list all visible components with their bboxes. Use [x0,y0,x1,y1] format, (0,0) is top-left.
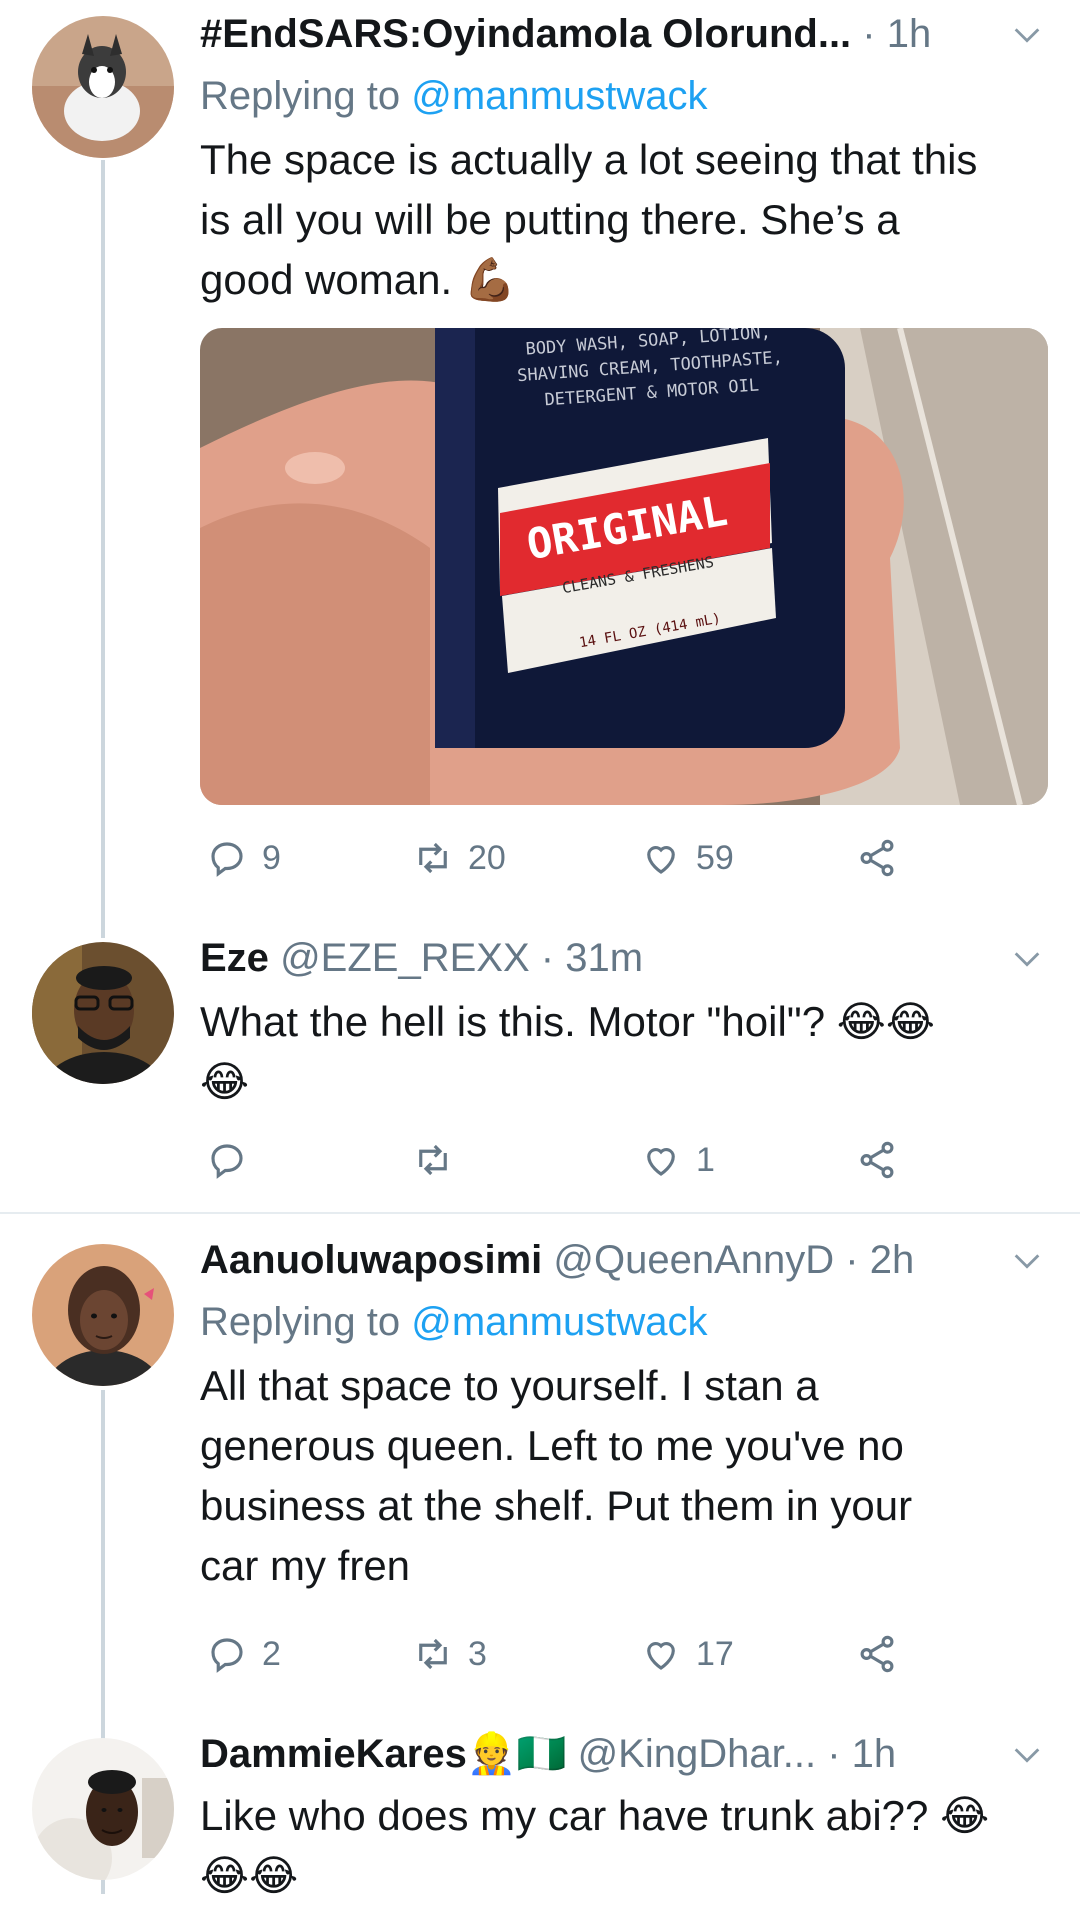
like-icon [647,1642,675,1670]
like-button[interactable]: 17 [640,1624,734,1684]
reply-button[interactable]: 2 [206,1624,281,1684]
display-name[interactable]: Eze [200,936,269,980]
tweet-header: Aanuoluwaposimi @QueenAnnyD · 2h [200,1236,1060,1284]
chevron-down-icon[interactable] [1010,18,1044,52]
tweet-1[interactable]: #EndSARS:Oyindamola Olorund... · 1h Repl… [0,0,1080,938]
separator: · [845,1238,859,1282]
mention-link[interactable]: @manmustwack [411,74,707,118]
share-button[interactable] [856,828,898,888]
replying-to: Replying to @manmustwack [200,74,708,118]
display-name[interactable]: #EndSARS:Oyindamola Olorund... [200,12,851,56]
like-count: 1 [696,1140,715,1179]
tweet-3[interactable]: Aanuoluwaposimi @QueenAnnyD · 2h Replyin… [0,1214,1080,1894]
like-button[interactable]: 1 [640,1130,715,1190]
mention-link[interactable]: @manmustwack [411,1300,707,1344]
separator: · [540,936,555,980]
tweet-4[interactable]: DammieKares👷🇳🇬 @KingDhar... · 1h Like wh… [0,1714,1080,1899]
tweet-header: #EndSARS:Oyindamola Olorund... · 1h [200,10,1060,58]
username[interactable]: @EZE_REXX [280,936,530,980]
reply-icon [211,1144,243,1179]
separator: · [862,12,876,56]
retweet-count: 3 [468,1634,487,1673]
tweet-actions: 9 20 59 [200,828,960,888]
tweet-header: DammieKares👷🇳🇬 @KingDhar... · 1h [200,1730,1060,1778]
like-count: 59 [696,838,734,877]
like-count: 17 [696,1634,734,1673]
tweet-text: What the hell is this. Motor "hoil"? 😂😂 … [200,998,935,1105]
share-button[interactable] [856,1624,898,1684]
share-icon [860,1635,894,1673]
tweet-2[interactable]: Eze @EZE_REXX · 31m What the hell is thi… [0,912,1080,1212]
username[interactable]: @KingDhar... [578,1732,817,1776]
separator: · [827,1732,841,1776]
avatar[interactable] [32,1244,174,1386]
chevron-down-icon[interactable] [1010,1244,1044,1278]
reply-button[interactable]: 9 [206,828,281,888]
reply-icon [211,1638,243,1673]
display-name[interactable]: DammieKares [200,1732,467,1776]
like-button[interactable]: 59 [640,828,734,888]
share-button[interactable] [856,1130,898,1190]
timestamp[interactable]: 1h [887,12,932,56]
chevron-down-icon[interactable] [1010,942,1044,976]
tweet-actions: 2 3 17 [200,1624,960,1684]
timestamp[interactable]: 1h [852,1732,897,1776]
retweet-icon [419,1638,447,1670]
tweet-text: The space is actually a lot seeing that … [200,136,978,303]
thread-line [101,160,105,938]
like-icon [647,846,675,874]
retweet-button[interactable]: 20 [412,828,506,888]
replying-to: Replying to @manmustwack [200,1300,708,1344]
avatar[interactable] [32,942,174,1084]
tweet-media-image[interactable]: BODY WASH, SOAP, LOTION, SHAVING CREAM, … [200,328,1048,805]
reply-button[interactable] [206,1130,262,1190]
name-emojis: 👷🇳🇬 [466,1732,567,1776]
tweet-text: Like who does my car have trunk abi?? 😂 … [200,1792,990,1899]
like-icon [647,1148,675,1176]
tweet-actions: 1 [200,1130,960,1190]
retweet-button[interactable]: 3 [412,1624,487,1684]
retweet-icon [419,842,447,874]
reply-icon [211,842,243,877]
share-icon [860,1141,894,1179]
reply-count: 2 [262,1634,281,1673]
reply-count: 9 [262,838,281,877]
timestamp[interactable]: 2h [870,1238,915,1282]
tweet-header: Eze @EZE_REXX · 31m [200,934,1060,982]
display-name[interactable]: Aanuoluwaposimi [200,1238,542,1282]
retweet-icon [419,1144,447,1176]
share-icon [860,839,894,877]
avatar[interactable] [32,16,174,158]
retweet-count: 20 [468,838,506,877]
timestamp[interactable]: 31m [565,936,643,980]
retweet-button[interactable] [412,1130,468,1190]
chevron-down-icon[interactable] [1010,1738,1044,1772]
avatar[interactable] [32,1738,174,1880]
username[interactable]: @QueenAnnyD [553,1238,834,1282]
tweet-text: All that space to yourself. I stan a gen… [200,1362,913,1589]
